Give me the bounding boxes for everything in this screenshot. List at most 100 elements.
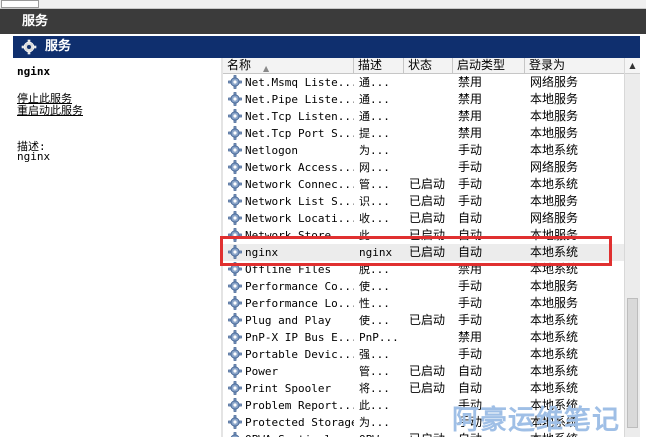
service-logon-cell: 本地系统 [530,347,579,361]
service-name-cell: Print Spooler [245,382,332,395]
service-logon-cell: 本地服务 [530,279,579,293]
service-name-cell: Network Connec... [245,178,354,191]
service-logon-cell: 本地服务 [530,109,579,123]
service-row[interactable]: Power 管... 已启动 自动 本地系统 [223,363,624,380]
service-desc-cell: 将... [359,382,390,395]
service-startup-cell: 手动 [458,194,483,208]
service-desc-cell: 使... [359,280,390,293]
scroll-up-icon[interactable]: ▲ [625,58,640,74]
service-row[interactable]: Portable Devic... 强... 手动 本地系统 [223,346,624,363]
service-row[interactable]: Print Spooler 将... 已启动 自动 本地系统 [223,380,624,397]
service-row[interactable]: Network Access... 网... 手动 网络服务 [223,159,624,176]
service-startup-cell: 手动 [458,160,483,174]
service-row[interactable]: Plug and Play 使... 已启动 手动 本地系统 [223,312,624,329]
window-titlebar: 服务 [0,9,646,34]
service-desc-cell: 识... [359,195,390,208]
window-right-edge [640,36,646,437]
column-status[interactable]: 状态 [404,58,453,73]
service-row[interactable]: Net.Msmq Liste... 通... 禁用 网络服务 [223,74,624,91]
service-desc-cell: 为... [359,416,390,429]
service-logon-cell: 本地系统 [530,364,579,378]
service-desc-cell: 管... [359,178,390,191]
service-startup-cell: 手动 [458,347,483,361]
service-desc-cell: 此... [359,399,390,412]
service-name-cell: Network Locati... [245,212,354,225]
service-logon-cell: 本地服务 [530,92,579,106]
nginx-row-highlight-box [220,236,612,266]
service-logon-cell: 本地系统 [530,313,579,327]
service-status-cell: 已启动 [409,194,446,208]
service-startup-cell: 自动 [458,381,483,395]
service-startup-cell: 手动 [458,177,483,191]
service-logon-cell: 本地系统 [530,330,579,344]
service-name-cell: Netlogon [245,144,298,157]
extended-detail-pane: nginx 停止此服务 重启动此服务 描述: nginx [13,58,223,437]
service-desc-cell: 提... [359,127,390,140]
service-startup-cell: 禁用 [458,330,483,344]
column-logon-as[interactable]: 登录为 [525,58,624,73]
service-startup-cell: 手动 [458,296,483,310]
service-startup-cell: 禁用 [458,75,483,89]
column-startup-type[interactable]: 启动类型 [453,58,525,73]
service-name-cell: Problem Report... [245,399,354,412]
service-name-cell: Net.Pipe Liste... [245,93,354,106]
service-startup-cell: 自动 [458,364,483,378]
service-row[interactable]: Net.Tcp Listen... 通... 禁用 本地服务 [223,108,624,125]
watermark: 阿豪运维笔记 [452,405,620,436]
service-desc-cell: 管... [359,365,390,378]
scrollbar-thumb[interactable] [627,298,638,428]
service-name-cell: Performance Co... [245,280,354,293]
service-row[interactable]: Performance Lo... 性... 手动 本地服务 [223,295,624,312]
service-startup-cell: 手动 [458,313,483,327]
top-toolbar-strip [0,0,646,9]
service-status-cell: 已启动 [409,177,446,191]
service-name-cell: PnP-X IP Bus E... [245,331,354,344]
service-name-cell: Net.Tcp Port S... [245,127,354,140]
service-status-cell: 已启动 [409,364,446,378]
service-status-cell: 已启动 [409,431,453,437]
services-panel-header: 服务 [13,36,640,58]
service-logon-cell: 本地系统 [530,143,579,157]
service-status-cell: 已启动 [409,211,446,225]
service-row[interactable]: Performance Co... 使... 手动 本地服务 [223,278,624,295]
service-name-cell: Network Access... [245,161,354,174]
service-desc-cell: 通... [359,110,390,123]
column-name[interactable]: 名称 ▲ [223,58,354,73]
service-name-cell: Net.Msmq Liste... [245,76,354,89]
service-logon-cell: 网络服务 [530,211,579,225]
service-logon-cell: 本地系统 [530,177,579,191]
service-row[interactable]: Network Connec... 管... 已启动 手动 本地系统 [223,176,624,193]
service-gear-icon [228,432,242,437]
service-logon-cell: 本地服务 [530,126,579,140]
column-description[interactable]: 描述 [354,58,404,73]
service-name-cell: Portable Devic... [245,348,354,361]
service-name-cell: Protected Storage [245,416,354,429]
vertical-scrollbar[interactable]: ▲ [624,58,640,437]
service-name-cell: Net.Tcp Listen... [245,110,354,123]
panel-title: 服务 [45,39,72,54]
service-startup-cell: 手动 [458,143,483,157]
service-desc-cell: QPW... [359,431,403,437]
minimized-window-thumb[interactable] [1,0,39,8]
service-row[interactable]: PnP-X IP Bus E... PnP... 禁用 本地系统 [223,329,624,346]
service-startup-cell: 禁用 [458,126,483,140]
window-title: 服务 [22,14,49,29]
service-row[interactable]: Net.Pipe Liste... 通... 禁用 本地服务 [223,91,624,108]
service-desc-cell: PnP... [359,331,399,344]
service-desc-cell: 网... [359,161,390,174]
service-desc-cell: 通... [359,76,390,89]
service-row[interactable]: Network List S... 识... 已启动 手动 本地服务 [223,193,624,210]
service-name-cell: Power [245,365,279,378]
service-logon-cell: 网络服务 [530,160,579,174]
selected-service-name: nginx [17,65,51,78]
restart-service-link[interactable]: 重启动此服务 [17,102,83,118]
service-desc-cell: 为... [359,144,390,157]
service-row[interactable]: Net.Tcp Port S... 提... 禁用 本地服务 [223,125,624,142]
service-desc-cell: 使... [359,314,390,327]
service-startup-cell: 禁用 [458,109,483,123]
service-row[interactable]: Network Locati... 收... 已启动 自动 网络服务 [223,210,624,227]
service-logon-cell: 本地服务 [530,296,579,310]
service-desc-cell: 性... [359,297,390,310]
service-status-cell: 已启动 [409,313,446,327]
service-row[interactable]: Netlogon 为... 手动 本地系统 [223,142,624,159]
